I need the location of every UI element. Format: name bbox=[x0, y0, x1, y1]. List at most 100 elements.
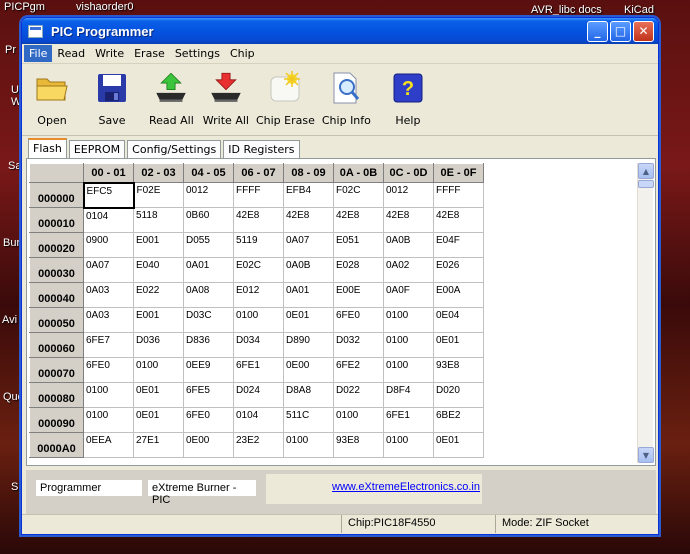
memory-cell[interactable]: 0B60 bbox=[183, 207, 234, 233]
memory-cell[interactable]: D024 bbox=[233, 382, 284, 408]
row-address-header[interactable]: 000060 bbox=[29, 332, 84, 358]
memory-cell[interactable]: 0EE9 bbox=[183, 357, 234, 383]
column-header[interactable]: 0A - 0B bbox=[333, 163, 384, 183]
memory-cell[interactable]: 6FE1 bbox=[233, 357, 284, 383]
memory-cell[interactable]: 6FE0 bbox=[83, 357, 134, 383]
memory-cell[interactable]: 93E8 bbox=[433, 357, 484, 383]
memory-cell[interactable]: 0E00 bbox=[283, 357, 334, 383]
memory-cell[interactable]: 6FE7 bbox=[83, 332, 134, 358]
row-address-header[interactable]: 000090 bbox=[29, 407, 84, 433]
maximize-button[interactable]: □ bbox=[610, 20, 631, 42]
desktop-icon-label[interactable]: PICPgm bbox=[4, 1, 45, 13]
title-bar[interactable]: PIC Programmer _ □ ✕ bbox=[22, 18, 658, 44]
memory-cell[interactable]: 23E2 bbox=[233, 432, 284, 458]
memory-cell[interactable]: 0100 bbox=[283, 432, 334, 458]
memory-cell[interactable]: 6FE5 bbox=[183, 382, 234, 408]
memory-cell[interactable]: E001 bbox=[133, 307, 184, 333]
memory-cell[interactable]: 6FE1 bbox=[383, 407, 434, 433]
memory-cell[interactable]: 0100 bbox=[383, 357, 434, 383]
row-address-header[interactable]: 000070 bbox=[29, 357, 84, 383]
memory-cell[interactable]: E00E bbox=[333, 282, 384, 308]
memory-cell[interactable]: D890 bbox=[283, 332, 334, 358]
memory-cell[interactable]: 0A01 bbox=[283, 282, 334, 308]
menu-write[interactable]: Write bbox=[90, 45, 129, 62]
website-link[interactable]: www.eXtremeElectronics.co.in bbox=[332, 481, 480, 493]
tab-config-settings[interactable]: Config/Settings bbox=[127, 140, 222, 158]
row-address-header[interactable]: 000020 bbox=[29, 232, 84, 258]
memory-cell[interactable]: 6BE2 bbox=[433, 407, 484, 433]
menu-settings[interactable]: Settings bbox=[170, 45, 225, 62]
memory-cell[interactable]: 42E8 bbox=[383, 207, 434, 233]
scroll-down-arrow-icon[interactable]: ▼ bbox=[638, 447, 654, 463]
memory-cell[interactable]: FFFF bbox=[233, 182, 284, 208]
memory-cell[interactable]: E040 bbox=[133, 257, 184, 283]
memory-cell[interactable]: D8A8 bbox=[283, 382, 334, 408]
column-header[interactable]: 02 - 03 bbox=[133, 163, 184, 183]
memory-cell[interactable]: 5118 bbox=[133, 207, 184, 233]
memory-cell[interactable]: D032 bbox=[333, 332, 384, 358]
desktop-icon-label[interactable]: U bbox=[11, 84, 19, 96]
memory-cell[interactable]: 0E01 bbox=[133, 382, 184, 408]
memory-cell[interactable]: 0104 bbox=[83, 207, 134, 233]
memory-cell[interactable]: 0A0F bbox=[383, 282, 434, 308]
memory-cell[interactable]: EFB4 bbox=[283, 182, 334, 208]
memory-cell[interactable]: 0012 bbox=[383, 182, 434, 208]
menu-file[interactable]: File bbox=[24, 45, 53, 62]
memory-cell[interactable]: 6FE0 bbox=[333, 307, 384, 333]
desktop-icon-label[interactable]: Sa bbox=[8, 160, 21, 172]
memory-cell[interactable]: D036 bbox=[133, 332, 184, 358]
memory-cell[interactable]: 0A0B bbox=[383, 232, 434, 258]
chip-erase-button[interactable]: Chip Erase bbox=[256, 68, 315, 127]
desktop-icon-label[interactable]: Avi bbox=[2, 314, 17, 326]
menu-read[interactable]: Read bbox=[52, 45, 90, 62]
column-header[interactable]: 0C - 0D bbox=[383, 163, 434, 183]
memory-cell[interactable]: 0A08 bbox=[183, 282, 234, 308]
memory-cell[interactable]: E001 bbox=[133, 232, 184, 258]
memory-cell[interactable]: D022 bbox=[333, 382, 384, 408]
memory-cell[interactable]: 0E04 bbox=[433, 307, 484, 333]
memory-cell[interactable]: E02C bbox=[233, 257, 284, 283]
minimize-button[interactable]: _ bbox=[587, 20, 608, 42]
memory-cell[interactable]: E04F bbox=[433, 232, 484, 258]
memory-cell[interactable]: 0E01 bbox=[433, 332, 484, 358]
desktop-icon-label[interactable]: Bur bbox=[3, 237, 20, 249]
memory-cell[interactable]: E051 bbox=[333, 232, 384, 258]
read-all-button[interactable]: Read All bbox=[149, 68, 194, 127]
memory-cell[interactable]: 0100 bbox=[83, 382, 134, 408]
memory-cell[interactable]: 0E01 bbox=[433, 432, 484, 458]
save-button[interactable]: Save bbox=[94, 68, 130, 127]
open-button[interactable]: Open bbox=[34, 68, 70, 127]
memory-cell[interactable]: D055 bbox=[183, 232, 234, 258]
menu-chip[interactable]: Chip bbox=[225, 45, 260, 62]
memory-cell[interactable]: 0A03 bbox=[83, 282, 134, 308]
memory-cell[interactable]: E028 bbox=[333, 257, 384, 283]
memory-cell[interactable]: E026 bbox=[433, 257, 484, 283]
desktop-icon-label[interactable]: vishaorder0 bbox=[76, 1, 133, 13]
desktop-icon-label[interactable]: W bbox=[11, 96, 21, 108]
write-all-button[interactable]: Write All bbox=[203, 68, 249, 127]
memory-cell[interactable]: F02C bbox=[333, 182, 384, 208]
memory-cell[interactable]: 511C bbox=[283, 407, 334, 433]
row-address-header[interactable]: 0000A0 bbox=[29, 432, 84, 458]
memory-cell[interactable]: 0A02 bbox=[383, 257, 434, 283]
memory-cell[interactable]: 0100 bbox=[383, 332, 434, 358]
memory-cell[interactable]: FFFF bbox=[433, 182, 484, 208]
memory-cell[interactable]: E012 bbox=[233, 282, 284, 308]
tab-id-registers[interactable]: ID Registers bbox=[223, 140, 300, 158]
tab-flash[interactable]: Flash bbox=[28, 138, 67, 158]
memory-cell[interactable]: D8F4 bbox=[383, 382, 434, 408]
memory-cell[interactable]: 42E8 bbox=[283, 207, 334, 233]
row-address-header[interactable]: 000080 bbox=[29, 382, 84, 408]
memory-cell[interactable]: 93E8 bbox=[333, 432, 384, 458]
menu-erase[interactable]: Erase bbox=[129, 45, 170, 62]
memory-cell[interactable]: 0E01 bbox=[133, 407, 184, 433]
memory-cell[interactable]: 0E01 bbox=[283, 307, 334, 333]
memory-cell[interactable]: 0A07 bbox=[283, 232, 334, 258]
memory-cell[interactable]: 0100 bbox=[383, 307, 434, 333]
memory-cell[interactable]: 0100 bbox=[233, 307, 284, 333]
memory-cell[interactable]: 42E8 bbox=[333, 207, 384, 233]
memory-cell[interactable]: D020 bbox=[433, 382, 484, 408]
row-address-header[interactable]: 000010 bbox=[29, 207, 84, 233]
memory-cell[interactable]: 6FE0 bbox=[183, 407, 234, 433]
memory-cell[interactable]: 0012 bbox=[183, 182, 234, 208]
